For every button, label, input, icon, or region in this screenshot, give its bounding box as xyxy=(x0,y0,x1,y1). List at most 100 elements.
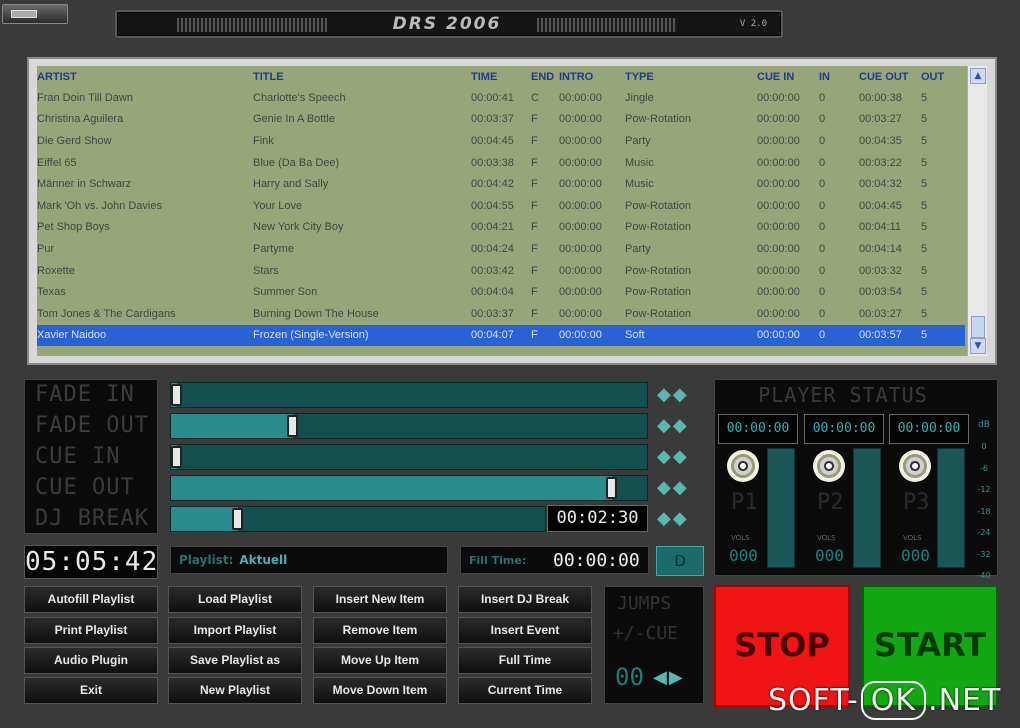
arrow-left-icon[interactable]: ◆ xyxy=(657,384,673,405)
arrow-right-icon[interactable]: ◆ xyxy=(673,415,689,436)
fade-out-slider[interactable] xyxy=(170,413,648,439)
app-title: DRS 2006 xyxy=(392,14,502,34)
insert-dj-break-button[interactable]: Insert DJ Break xyxy=(458,586,592,613)
table-cell-end: F xyxy=(531,199,538,212)
column-header-in[interactable]: IN xyxy=(819,66,859,87)
insert-event-button[interactable]: Insert Event xyxy=(458,617,592,644)
table-cell-cue-out: 00:03:57 xyxy=(859,324,921,347)
move-up-item-button[interactable]: Move Up Item xyxy=(313,647,447,674)
arrow-right-icon[interactable]: ◆ xyxy=(673,508,689,529)
table-row[interactable]: Pet Shop Boys New York City Boy 00:04:21 F 0… xyxy=(37,217,965,239)
table-row[interactable]: Die Gerd Show Fink 00:04:45 F 00:00:00 Party 0… xyxy=(37,130,965,152)
player1-volume-meter[interactable] xyxy=(767,448,795,568)
table-cell-title: Your Love xyxy=(253,199,303,212)
playlist-scrollbar[interactable]: ▲ ▼ xyxy=(967,66,987,356)
dj-break-slider[interactable] xyxy=(170,506,546,532)
watermark-right: .NET xyxy=(928,683,1002,718)
table-cell-end: F xyxy=(531,221,538,234)
table-row[interactable]: Männer in Schwarz Harry and Sally 00:04:42… xyxy=(37,173,965,195)
jumps-arrows[interactable]: ◀▶ xyxy=(653,667,685,688)
table-cell-end: F xyxy=(531,134,538,147)
table-row[interactable]: Roxette Stars 00:03:42 F 00:00:00 Pow-Rotatio… xyxy=(37,260,965,282)
column-header-out[interactable]: OUT xyxy=(921,66,965,87)
arrow-right-icon[interactable]: ◆ xyxy=(673,477,689,498)
column-header-cue-in[interactable]: CUE IN xyxy=(757,66,819,87)
print-playlist-button[interactable]: Print Playlist xyxy=(24,617,158,644)
slider-handle[interactable] xyxy=(606,477,617,499)
cue-in-arrows[interactable]: ◆◆ xyxy=(657,446,689,467)
player2-volume-meter[interactable] xyxy=(853,448,881,568)
playlist-table-container[interactable]: ARTIST TITLE TIME END INTRO TYPE CUE IN IN CUE O… xyxy=(37,66,987,356)
arrow-left-icon[interactable]: ◀ xyxy=(653,667,669,688)
table-row[interactable]: Pur Partyme 00:04:24 F 00:00:00 Party 00:00:00… xyxy=(37,238,965,260)
table-cell-cue-in: 00:00:00 xyxy=(757,178,800,191)
save-playlist-as-button[interactable]: Save Playlist as xyxy=(168,647,302,674)
cue-out-arrows[interactable]: ◆◆ xyxy=(657,477,689,498)
system-menu-button[interactable] xyxy=(2,4,68,24)
table-cell-intro: 00:00:00 xyxy=(559,178,602,191)
fade-out-arrows[interactable]: ◆◆ xyxy=(657,415,689,436)
table-cell-artist: Die Gerd Show xyxy=(37,134,112,147)
arrow-right-icon[interactable]: ▶ xyxy=(669,667,685,688)
arrow-right-icon[interactable]: ◆ xyxy=(673,446,689,467)
cue-out-slider[interactable] xyxy=(170,475,648,501)
table-cell-out: 5 xyxy=(921,113,928,126)
scroll-thumb[interactable] xyxy=(971,316,985,338)
table-cell-intro: 00:00:00 xyxy=(559,134,602,147)
slider-handle[interactable] xyxy=(171,384,182,406)
insert-new-item-button[interactable]: Insert New Item xyxy=(313,586,447,613)
exit-button[interactable]: Exit xyxy=(24,677,158,704)
watermark: SOFT- OK .NET xyxy=(768,681,1018,721)
import-playlist-button[interactable]: Import Playlist xyxy=(168,617,302,644)
arrow-right-icon[interactable]: ◆ xyxy=(673,384,689,405)
slider-handle[interactable] xyxy=(232,508,243,530)
table-row[interactable]: Christina Aguilera Genie In A Bottle 00:03… xyxy=(37,109,965,131)
table-cell-artist: Tom Jones & The Cardigans xyxy=(37,307,176,320)
slider-handle[interactable] xyxy=(287,415,298,437)
arrow-left-icon[interactable]: ◆ xyxy=(657,477,673,498)
fade-in-slider[interactable] xyxy=(170,382,648,408)
table-cell-cue-in: 00:00:00 xyxy=(757,324,819,347)
arrow-left-icon[interactable]: ◆ xyxy=(657,446,673,467)
title-bar: DRS 2006 V 2.0 xyxy=(115,10,783,38)
table-row[interactable]: Eiffel 65 Blue (Da Ba Dee) 00:03:38 F 00:00:… xyxy=(37,152,965,174)
fill-time-label: Fill Time: xyxy=(469,554,527,567)
arrow-left-icon[interactable]: ◆ xyxy=(657,508,673,529)
table-cell-cue-out: 00:03:54 xyxy=(859,286,902,299)
slider-handle[interactable] xyxy=(171,446,182,468)
playlist-name-value: Aktuell xyxy=(239,553,288,567)
scroll-up-icon[interactable]: ▲ xyxy=(970,68,986,84)
table-row[interactable]: Tom Jones & The Cardigans Burning Down Th… xyxy=(37,303,965,325)
remove-item-button[interactable]: Remove Item xyxy=(313,617,447,644)
d-button[interactable]: D xyxy=(656,546,704,576)
table-cell-title: Charlotte's Speech xyxy=(253,91,346,104)
table-cell-cue-in: 00:00:00 xyxy=(757,242,800,255)
table-cell-artist: Pur xyxy=(37,242,55,255)
table-row[interactable]: Fran Doin Till Dawn Charlotte's Speech 00:… xyxy=(37,87,965,109)
player3-volume-meter[interactable] xyxy=(937,448,965,568)
move-down-item-button[interactable]: Move Down Item xyxy=(313,677,447,704)
table-cell-intro: 00:00:00 xyxy=(559,156,602,169)
current-time-button[interactable]: Current Time xyxy=(458,677,592,704)
new-playlist-button[interactable]: New Playlist xyxy=(168,677,302,704)
column-header-end[interactable]: END xyxy=(531,66,559,87)
column-header-type[interactable]: TYPE xyxy=(625,66,757,87)
column-header-artist[interactable]: ARTIST xyxy=(37,66,253,87)
arrow-left-icon[interactable]: ◆ xyxy=(657,415,673,436)
load-playlist-button[interactable]: Load Playlist xyxy=(168,586,302,613)
full-time-button[interactable]: Full Time xyxy=(458,647,592,674)
fade-in-arrows[interactable]: ◆◆ xyxy=(657,384,689,405)
scroll-down-icon[interactable]: ▼ xyxy=(970,338,986,354)
table-cell-title: Harry and Sally xyxy=(253,178,329,191)
table-row[interactable]: Texas Summer Son 00:04:04 F 00:00:00 Pow-Rota… xyxy=(37,281,965,303)
audio-plugin-button[interactable]: Audio Plugin xyxy=(24,647,158,674)
column-header-cue-out[interactable]: CUE OUT xyxy=(859,66,921,87)
column-header-time[interactable]: TIME xyxy=(471,66,531,87)
dj-break-arrows[interactable]: ◆◆ xyxy=(657,508,689,529)
autofill-playlist-button[interactable]: Autofill Playlist xyxy=(24,586,158,613)
table-row[interactable]: Xavier Naidoo Frozen (Single-Version) 00:0… xyxy=(37,324,965,347)
table-row[interactable]: Mark 'Oh vs. John Davies Your Love 00:04:5… xyxy=(37,195,965,217)
cue-in-slider[interactable] xyxy=(170,444,648,470)
column-header-intro[interactable]: INTRO xyxy=(559,66,625,87)
column-header-title[interactable]: TITLE xyxy=(253,66,471,87)
